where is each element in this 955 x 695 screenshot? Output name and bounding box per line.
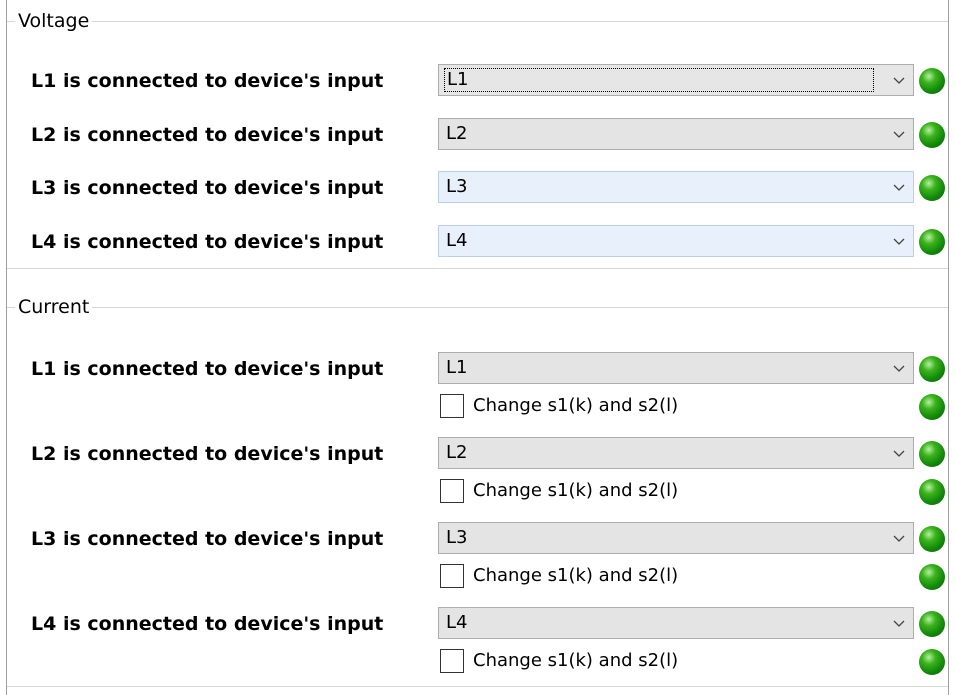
voltage-l4-select[interactable]: L4: [438, 225, 914, 257]
voltage-l3-select-value: L3: [446, 176, 468, 197]
swap-checkbox-label[interactable]: Change s1(k) and s2(l): [473, 477, 678, 505]
voltage-row-label: L2 is connected to device's input: [31, 124, 384, 146]
current-l4-swap-row: Change s1(k) and s2(l): [7, 647, 948, 677]
current-group-border: [7, 307, 948, 308]
chevron-down-icon: [893, 77, 905, 84]
current-row-l3: L3 is connected to device's input L3: [7, 522, 948, 556]
group-separator: [7, 268, 948, 269]
current-l4-select-value: L4: [446, 612, 468, 633]
swap-checkbox-label[interactable]: Change s1(k) and s2(l): [473, 647, 678, 675]
swap-checkbox-label[interactable]: Change s1(k) and s2(l): [473, 392, 678, 420]
current-l3-select-value: L3: [446, 527, 468, 548]
current-l1-swap-row: Change s1(k) and s2(l): [7, 392, 948, 422]
voltage-group-title: Voltage: [15, 10, 93, 32]
current-l3-swap-row: Change s1(k) and s2(l): [7, 562, 948, 592]
status-led-icon: [919, 356, 945, 382]
chevron-down-icon: [893, 131, 905, 138]
swap-checkbox-label[interactable]: Change s1(k) and s2(l): [473, 562, 678, 590]
chevron-down-icon: [893, 365, 905, 372]
voltage-row-label: L1 is connected to device's input: [31, 70, 384, 92]
current-l2-swap-checkbox[interactable]: [440, 479, 464, 503]
status-led-icon: [919, 394, 945, 420]
voltage-group-border: [7, 21, 948, 22]
current-l2-select-value: L2: [446, 442, 468, 463]
voltage-l1-select-value: L1: [447, 69, 469, 90]
voltage-l2-select[interactable]: L2: [438, 118, 914, 150]
current-l2-select[interactable]: L2: [438, 437, 914, 469]
voltage-row-l2: L2 is connected to device's input L2: [7, 118, 948, 152]
current-l3-select[interactable]: L3: [438, 522, 914, 554]
panel-right-border: [948, 0, 949, 695]
chevron-down-icon: [893, 535, 905, 542]
current-row-l1: L1 is connected to device's input L1: [7, 352, 948, 386]
voltage-l3-select[interactable]: L3: [438, 171, 914, 203]
status-led-icon: [919, 122, 945, 148]
voltage-l1-select[interactable]: L1: [438, 64, 914, 96]
voltage-row-l4: L4 is connected to device's input L4: [7, 225, 948, 259]
current-row-l4: L4 is connected to device's input L4: [7, 607, 948, 641]
voltage-row-label: L3 is connected to device's input: [31, 177, 384, 199]
current-l1-select-value: L1: [446, 357, 468, 378]
current-row-label: L3 is connected to device's input: [31, 528, 384, 550]
current-l4-select[interactable]: L4: [438, 607, 914, 639]
current-l2-swap-row: Change s1(k) and s2(l): [7, 477, 948, 507]
current-row-l2: L2 is connected to device's input L2: [7, 437, 948, 471]
current-l4-swap-checkbox[interactable]: [440, 649, 464, 673]
current-l1-swap-checkbox[interactable]: [440, 394, 464, 418]
current-row-label: L2 is connected to device's input: [31, 443, 384, 465]
status-led-icon: [919, 649, 945, 675]
focus-indicator: [444, 68, 874, 92]
status-led-icon: [919, 564, 945, 590]
chevron-down-icon: [893, 184, 905, 191]
current-row-label: L1 is connected to device's input: [31, 358, 384, 380]
status-led-icon: [919, 441, 945, 467]
status-led-icon: [919, 611, 945, 637]
voltage-l2-select-value: L2: [446, 123, 468, 144]
current-group-title: Current: [15, 296, 93, 318]
current-l1-select[interactable]: L1: [438, 352, 914, 384]
status-led-icon: [919, 175, 945, 201]
voltage-row-label: L4 is connected to device's input: [31, 231, 384, 253]
status-led-icon: [919, 526, 945, 552]
voltage-row-l3: L3 is connected to device's input L3: [7, 171, 948, 205]
chevron-down-icon: [893, 620, 905, 627]
status-led-icon: [919, 229, 945, 255]
current-row-label: L4 is connected to device's input: [31, 613, 384, 635]
chevron-down-icon: [893, 238, 905, 245]
status-led-icon: [919, 68, 945, 94]
bottom-separator: [7, 686, 948, 687]
current-l3-swap-checkbox[interactable]: [440, 564, 464, 588]
chevron-down-icon: [893, 450, 905, 457]
voltage-l4-select-value: L4: [446, 230, 468, 251]
status-led-icon: [919, 479, 945, 505]
voltage-row-l1: L1 is connected to device's input L1: [7, 64, 948, 98]
